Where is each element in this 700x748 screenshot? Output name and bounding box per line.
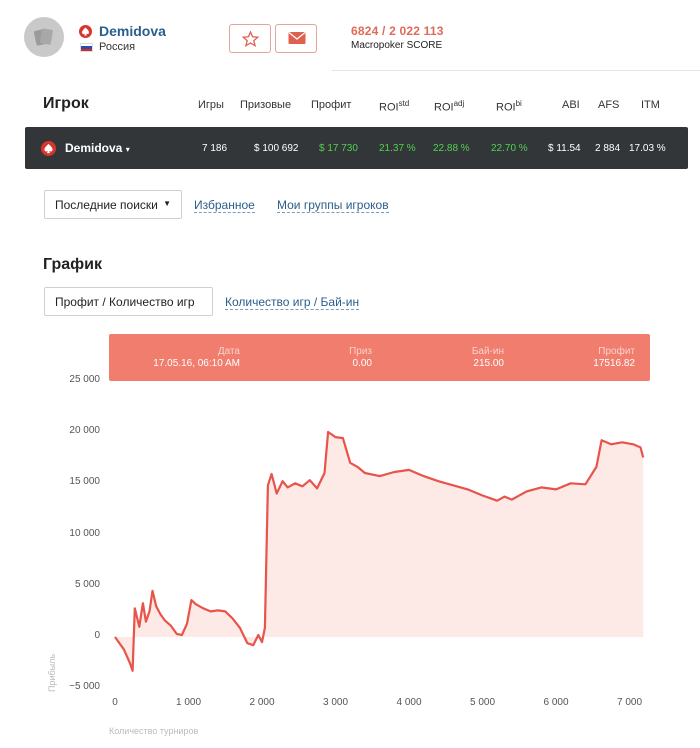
profit-area-fill (115, 432, 644, 671)
x-tick-label: 2 000 (249, 697, 275, 708)
x-tick-label: 4 000 (396, 697, 422, 708)
y-tick-label: 10 000 (69, 527, 100, 539)
y-tick-label: 15 000 (69, 476, 100, 488)
x-tick-label: 1 000 (175, 697, 202, 708)
y-axis-label: Прибыль (47, 653, 57, 692)
x-tick-label: 0 (112, 697, 118, 708)
x-axis-label: Количество турниров (109, 726, 199, 736)
y-tick-label: 5 000 (74, 578, 100, 590)
y-tick-label: 20 000 (69, 425, 100, 436)
profit-chart (114, 430, 645, 672)
x-tick-label: 3 000 (322, 697, 349, 708)
y-tick-label: 0 (94, 630, 100, 641)
x-tick-label: 6 000 (543, 697, 569, 708)
x-tick-label: 5 000 (469, 697, 496, 708)
x-tick-label: 7 000 (616, 697, 643, 708)
y-tick-label: 25 000 (69, 373, 100, 385)
